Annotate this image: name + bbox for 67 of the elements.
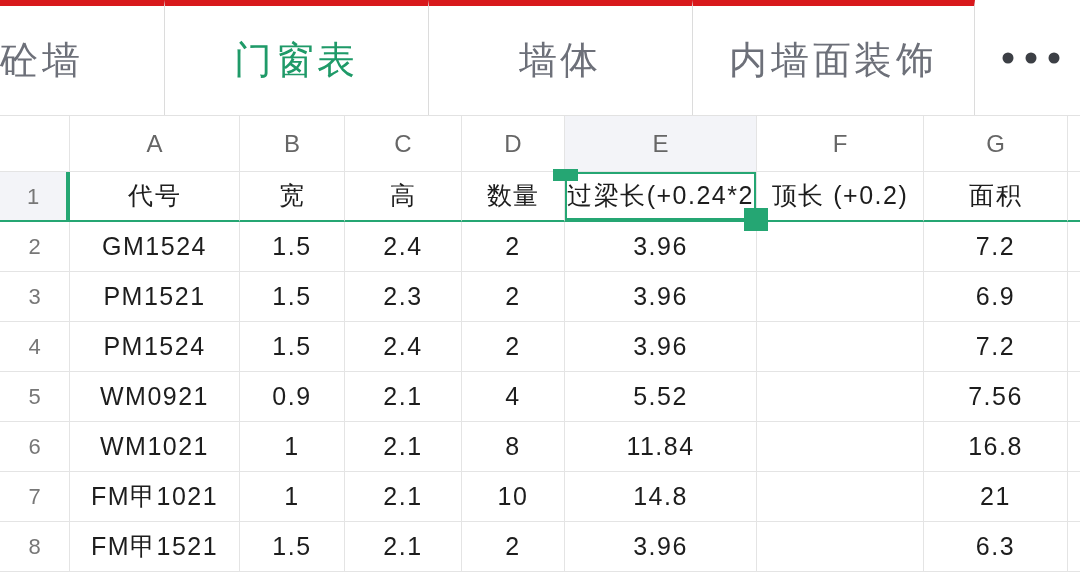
table-cell: 2.1 [345,422,462,472]
table-cell: 2 [462,322,565,372]
table-cell: 11.84 [565,422,757,472]
row-header[interactable]: 6 [0,422,70,472]
table-cell: 3.96 [565,272,757,322]
table-cell: 10 [462,472,565,522]
table-cell: 2.4 [345,322,462,372]
table-cell: 21 [924,472,1068,522]
table-cell: 6.9 [924,272,1068,322]
column-header[interactable]: A [70,116,240,172]
table-cell: WM1021 [70,422,240,472]
table-cell: 4 [462,372,565,422]
table-cell: 7.56 [924,372,1068,422]
selection-handle-icon[interactable] [553,169,578,181]
table-cell: 1.5 [240,522,345,572]
table-cell: 1.5 [240,272,345,322]
more-icon[interactable] [1001,51,1060,64]
table-cell: 过梁长(+0.24*2 [565,172,757,222]
column-header[interactable]: G [924,116,1068,172]
table-cell: 宽 [240,172,345,222]
corner-cell[interactable] [0,116,70,172]
table-cell: 0.9 [240,372,345,422]
row-header[interactable]: 8 [0,522,70,572]
table-cell: WM0921 [70,372,240,422]
table-cell: 7.2 [924,322,1068,372]
row-header[interactable]: 5 [0,372,70,422]
column-header[interactable]: D [462,116,565,172]
table-cell: 7.2 [924,222,1068,272]
row-header[interactable]: 2 [0,222,70,272]
table-cell: GM1524 [70,222,240,272]
table-cell: 2 [462,272,565,322]
table-cell: 6.3 [924,522,1068,572]
table-cell: PM1521 [70,272,240,322]
fill-handle-icon[interactable] [744,208,768,231]
table-cell: 2 [462,222,565,272]
table-cell: 16.8 [924,422,1068,472]
table-cell: FM甲1521 [70,522,240,572]
row-header[interactable]: 7 [0,472,70,522]
table-cell: 2.3 [345,272,462,322]
table-cell: 1.5 [240,222,345,272]
table-cell: 1 [240,472,345,522]
table-cell: 2.1 [345,372,462,422]
table-cell: 5.52 [565,372,757,422]
row-header[interactable]: 1 [0,172,70,222]
table-cell: PM1524 [70,322,240,372]
table-cell: FM甲1021 [70,472,240,522]
table-cell: 顶长 (+0.2) [757,172,924,222]
table-cell: 2.4 [345,222,462,272]
table-cell: 2.1 [345,472,462,522]
column-header[interactable]: C [345,116,462,172]
table-cell: 面积 [924,172,1068,222]
table-cell: 14.8 [565,472,757,522]
table-cell: 3.96 [565,222,757,272]
column-header[interactable]: E [565,116,757,172]
table-cell: 1.5 [240,322,345,372]
row-header[interactable]: 4 [0,322,70,372]
table-cell: 3.96 [565,322,757,372]
column-header[interactable]: F [757,116,924,172]
table-cell: 1 [240,422,345,472]
table-cell: 高 [345,172,462,222]
table-cell: 3.96 [565,522,757,572]
row-header[interactable]: 3 [0,272,70,322]
table-cell: 代号 [70,172,240,222]
table-cell: 8 [462,422,565,472]
table-cell: 2 [462,522,565,572]
column-header[interactable]: B [240,116,345,172]
table-cell: 2.1 [345,522,462,572]
